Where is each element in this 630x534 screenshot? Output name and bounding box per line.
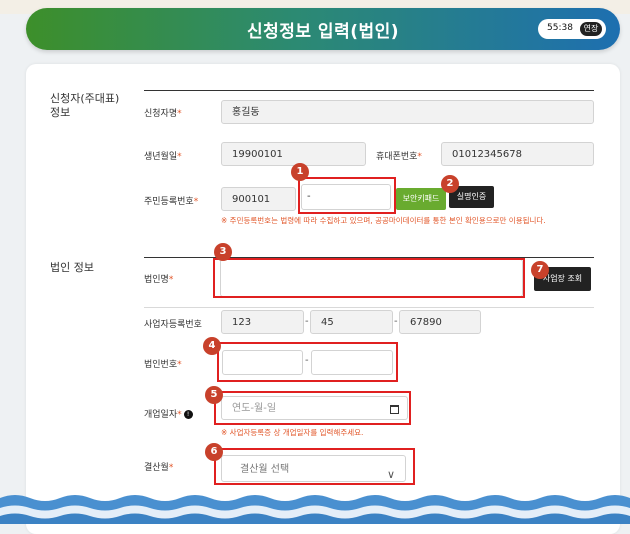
- step-badge-4: 4: [203, 337, 221, 355]
- rrn-label: 주민등록번호*: [144, 197, 199, 207]
- step-badge-5: 5: [205, 386, 223, 404]
- bizno-field-1[interactable]: 123: [221, 310, 304, 334]
- step-badge-3: 3: [214, 243, 232, 261]
- highlight-box-3: [213, 258, 525, 298]
- step-badge-2: 2: [441, 175, 459, 193]
- corp-section-title: 법인 정보: [50, 261, 94, 274]
- highlight-box-5: [214, 391, 411, 425]
- step-badge-7: 7: [531, 261, 549, 279]
- wave-decoration: [0, 495, 630, 524]
- dash: -: [394, 316, 398, 327]
- birth-field[interactable]: 19900101: [221, 142, 366, 166]
- rrn-notice: ※ 주민등록번호는 법령에 따라 수집하고 있으며, 공공마이데이터를 통한 본…: [221, 216, 546, 225]
- birth-label: 생년월일*: [144, 152, 182, 162]
- open-date-notice: ※ 사업자등록증 상 개업일자를 입력해주세요.: [221, 428, 364, 437]
- corpno-label: 법인번호*: [144, 360, 182, 370]
- dash: -: [305, 316, 309, 327]
- bizno-label: 사업자등록번호: [144, 320, 202, 330]
- applicant-name-label: 신청자명*: [144, 109, 182, 119]
- phone-field[interactable]: 01012345678: [441, 142, 594, 166]
- settle-month-label: 결산월*: [144, 463, 174, 473]
- bizno-field-2[interactable]: 45: [310, 310, 393, 334]
- extend-button[interactable]: 연장: [580, 22, 602, 36]
- rrn-front-field[interactable]: 900101: [221, 187, 296, 211]
- info-icon[interactable]: !: [183, 410, 193, 419]
- applicant-section-title: 신청자(주대표) 정보: [50, 92, 120, 119]
- step-badge-1: 1: [291, 163, 309, 181]
- open-date-label: 개업일자*!: [144, 407, 193, 420]
- step-badge-6: 6: [205, 443, 223, 461]
- bizno-field-3[interactable]: 67890: [399, 310, 481, 334]
- secure-keypad-button[interactable]: 보안키패드: [396, 188, 446, 210]
- highlight-box-4: [217, 342, 398, 382]
- session-timer: 55:38 연장: [538, 19, 606, 39]
- phone-label: 휴대폰번호*: [376, 152, 422, 162]
- section-divider: [144, 90, 594, 91]
- highlight-box-1: [298, 177, 396, 214]
- section-divider: [144, 307, 594, 308]
- timer-value: 55:38: [547, 23, 573, 33]
- page-title: 신청정보 입력(법인): [246, 22, 400, 42]
- corp-name-label: 법인명*: [144, 275, 174, 285]
- highlight-box-6: [214, 448, 415, 485]
- applicant-name-field[interactable]: 홍길동: [221, 100, 594, 124]
- page-header: 신청정보 입력(법인) 55:38 연장: [26, 8, 620, 50]
